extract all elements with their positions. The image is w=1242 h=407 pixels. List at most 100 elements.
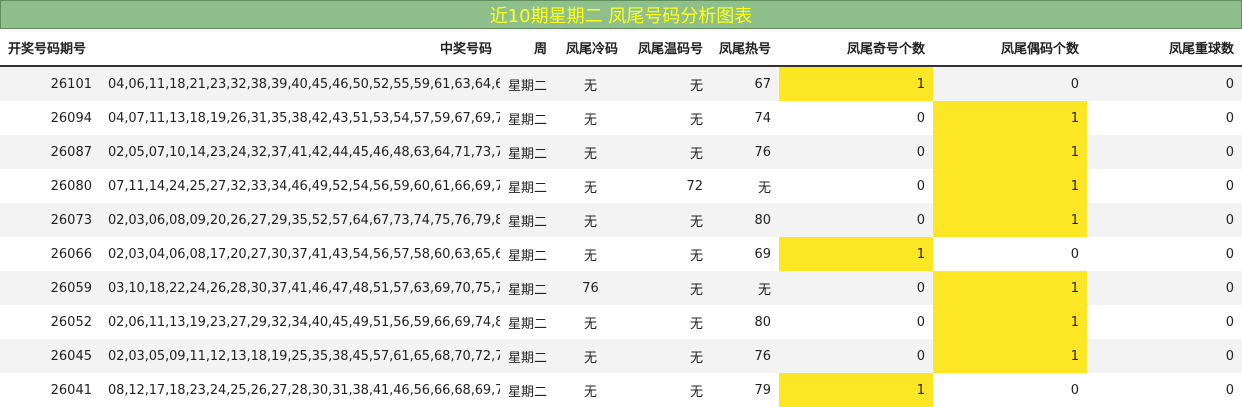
weekday-cell: 星期二	[500, 101, 555, 135]
warm-cell: 无	[626, 135, 711, 169]
numbers-cell: 02,03,05,09,11,12,13,18,19,25,35,38,45,5…	[100, 339, 500, 373]
hot-cell: 74	[711, 101, 779, 135]
repeat-count-cell: 0	[1087, 66, 1242, 101]
table-row: 26052 02,06,11,13,19,23,27,29,32,34,40,45…	[0, 305, 1242, 339]
weekday-cell: 星期二	[500, 339, 555, 373]
table-row: 26101 04,06,11,18,21,23,32,38,39,40,45,46…	[0, 66, 1242, 101]
repeat-count-cell: 0	[1087, 237, 1242, 271]
col-header-issue: 开奖号码期号	[0, 29, 100, 67]
page-title: 近10期星期二 凤尾号码分析图表	[489, 5, 753, 27]
issue-cell: 26052	[0, 305, 100, 339]
weekday-cell: 星期二	[500, 66, 555, 101]
numbers-cell: 07,11,14,24,25,27,32,33,34,46,49,52,54,5…	[100, 169, 500, 203]
repeat-count-cell: 0	[1087, 101, 1242, 135]
col-header-repeat-count: 凤尾重球数	[1087, 29, 1242, 67]
warm-cell: 无	[626, 66, 711, 101]
warm-cell: 无	[626, 101, 711, 135]
warm-cell: 72	[626, 169, 711, 203]
cold-cell: 无	[555, 237, 626, 271]
cold-cell: 无	[555, 101, 626, 135]
even-count-cell: 1	[933, 169, 1087, 203]
odd-count-cell: 0	[779, 271, 933, 305]
numbers-cell: 02,03,06,08,09,20,26,27,29,35,52,57,64,6…	[100, 203, 500, 237]
issue-cell: 26041	[0, 373, 100, 407]
even-count-cell: 1	[933, 101, 1087, 135]
cold-cell: 无	[555, 373, 626, 407]
issue-cell: 26080	[0, 169, 100, 203]
repeat-count-cell: 0	[1087, 339, 1242, 373]
repeat-count-cell: 0	[1087, 373, 1242, 407]
cold-cell: 无	[555, 169, 626, 203]
warm-cell: 无	[626, 339, 711, 373]
odd-count-cell: 1	[779, 66, 933, 101]
even-count-cell: 0	[933, 237, 1087, 271]
weekday-cell: 星期二	[500, 237, 555, 271]
repeat-count-cell: 0	[1087, 203, 1242, 237]
col-header-cold: 凤尾冷码	[555, 29, 626, 67]
table-row: 26045 02,03,05,09,11,12,13,18,19,25,35,38…	[0, 339, 1242, 373]
issue-cell: 26066	[0, 237, 100, 271]
numbers-cell: 04,06,11,18,21,23,32,38,39,40,45,46,50,5…	[100, 66, 500, 101]
col-header-hot: 凤尾热号	[711, 29, 779, 67]
even-count-cell: 1	[933, 271, 1087, 305]
odd-count-cell: 0	[779, 339, 933, 373]
table-row: 26087 02,05,07,10,14,23,24,32,37,41,42,44…	[0, 135, 1242, 169]
odd-count-cell: 1	[779, 373, 933, 407]
table-row: 26094 04,07,11,13,18,19,26,31,35,38,42,43…	[0, 101, 1242, 135]
issue-cell: 26073	[0, 203, 100, 237]
weekday-cell: 星期二	[500, 373, 555, 407]
weekday-cell: 星期二	[500, 305, 555, 339]
even-count-cell: 0	[933, 373, 1087, 407]
odd-count-cell: 0	[779, 135, 933, 169]
cold-cell: 76	[555, 271, 626, 305]
hot-cell: 67	[711, 66, 779, 101]
even-count-cell: 0	[933, 66, 1087, 101]
cold-cell: 无	[555, 66, 626, 101]
hot-cell: 76	[711, 135, 779, 169]
page: 近10期星期二 凤尾号码分析图表 开奖号码期号 中奖号码 周 凤尾冷码 凤尾温码…	[0, 0, 1242, 407]
repeat-count-cell: 0	[1087, 305, 1242, 339]
analysis-table: 开奖号码期号 中奖号码 周 凤尾冷码 凤尾温码号 凤尾热号 凤尾奇号个数 凤尾偶…	[0, 29, 1242, 407]
col-header-warm: 凤尾温码号	[626, 29, 711, 67]
cold-cell: 无	[555, 203, 626, 237]
warm-cell: 无	[626, 373, 711, 407]
hot-cell: 80	[711, 305, 779, 339]
title-bar: 近10期星期二 凤尾号码分析图表	[0, 0, 1242, 29]
issue-cell: 26087	[0, 135, 100, 169]
cold-cell: 无	[555, 305, 626, 339]
odd-count-cell: 0	[779, 203, 933, 237]
cold-cell: 无	[555, 339, 626, 373]
repeat-count-cell: 0	[1087, 169, 1242, 203]
hot-cell: 79	[711, 373, 779, 407]
numbers-cell: 08,12,17,18,23,24,25,26,27,28,30,31,38,4…	[100, 373, 500, 407]
hot-cell: 无	[711, 169, 779, 203]
issue-cell: 26094	[0, 101, 100, 135]
issue-cell: 26101	[0, 66, 100, 101]
numbers-cell: 03,10,18,22,24,26,28,30,37,41,46,47,48,5…	[100, 271, 500, 305]
header-row: 开奖号码期号 中奖号码 周 凤尾冷码 凤尾温码号 凤尾热号 凤尾奇号个数 凤尾偶…	[0, 29, 1242, 67]
col-header-weekday: 周	[500, 29, 555, 67]
issue-cell: 26045	[0, 339, 100, 373]
col-header-numbers: 中奖号码	[100, 29, 500, 67]
table-row: 26041 08,12,17,18,23,24,25,26,27,28,30,31…	[0, 373, 1242, 407]
warm-cell: 无	[626, 237, 711, 271]
even-count-cell: 1	[933, 339, 1087, 373]
odd-count-cell: 0	[779, 101, 933, 135]
table-row: 26066 02,03,04,06,08,17,20,27,30,37,41,43…	[0, 237, 1242, 271]
even-count-cell: 1	[933, 135, 1087, 169]
warm-cell: 无	[626, 203, 711, 237]
warm-cell: 无	[626, 271, 711, 305]
numbers-cell: 02,06,11,13,19,23,27,29,32,34,40,45,49,5…	[100, 305, 500, 339]
numbers-cell: 02,05,07,10,14,23,24,32,37,41,42,44,45,4…	[100, 135, 500, 169]
numbers-cell: 02,03,04,06,08,17,20,27,30,37,41,43,54,5…	[100, 237, 500, 271]
odd-count-cell: 0	[779, 305, 933, 339]
weekday-cell: 星期二	[500, 169, 555, 203]
weekday-cell: 星期二	[500, 135, 555, 169]
weekday-cell: 星期二	[500, 203, 555, 237]
col-header-even-count: 凤尾偶码个数	[933, 29, 1087, 67]
hot-cell: 76	[711, 339, 779, 373]
hot-cell: 无	[711, 271, 779, 305]
hot-cell: 80	[711, 203, 779, 237]
cold-cell: 无	[555, 135, 626, 169]
repeat-count-cell: 0	[1087, 135, 1242, 169]
